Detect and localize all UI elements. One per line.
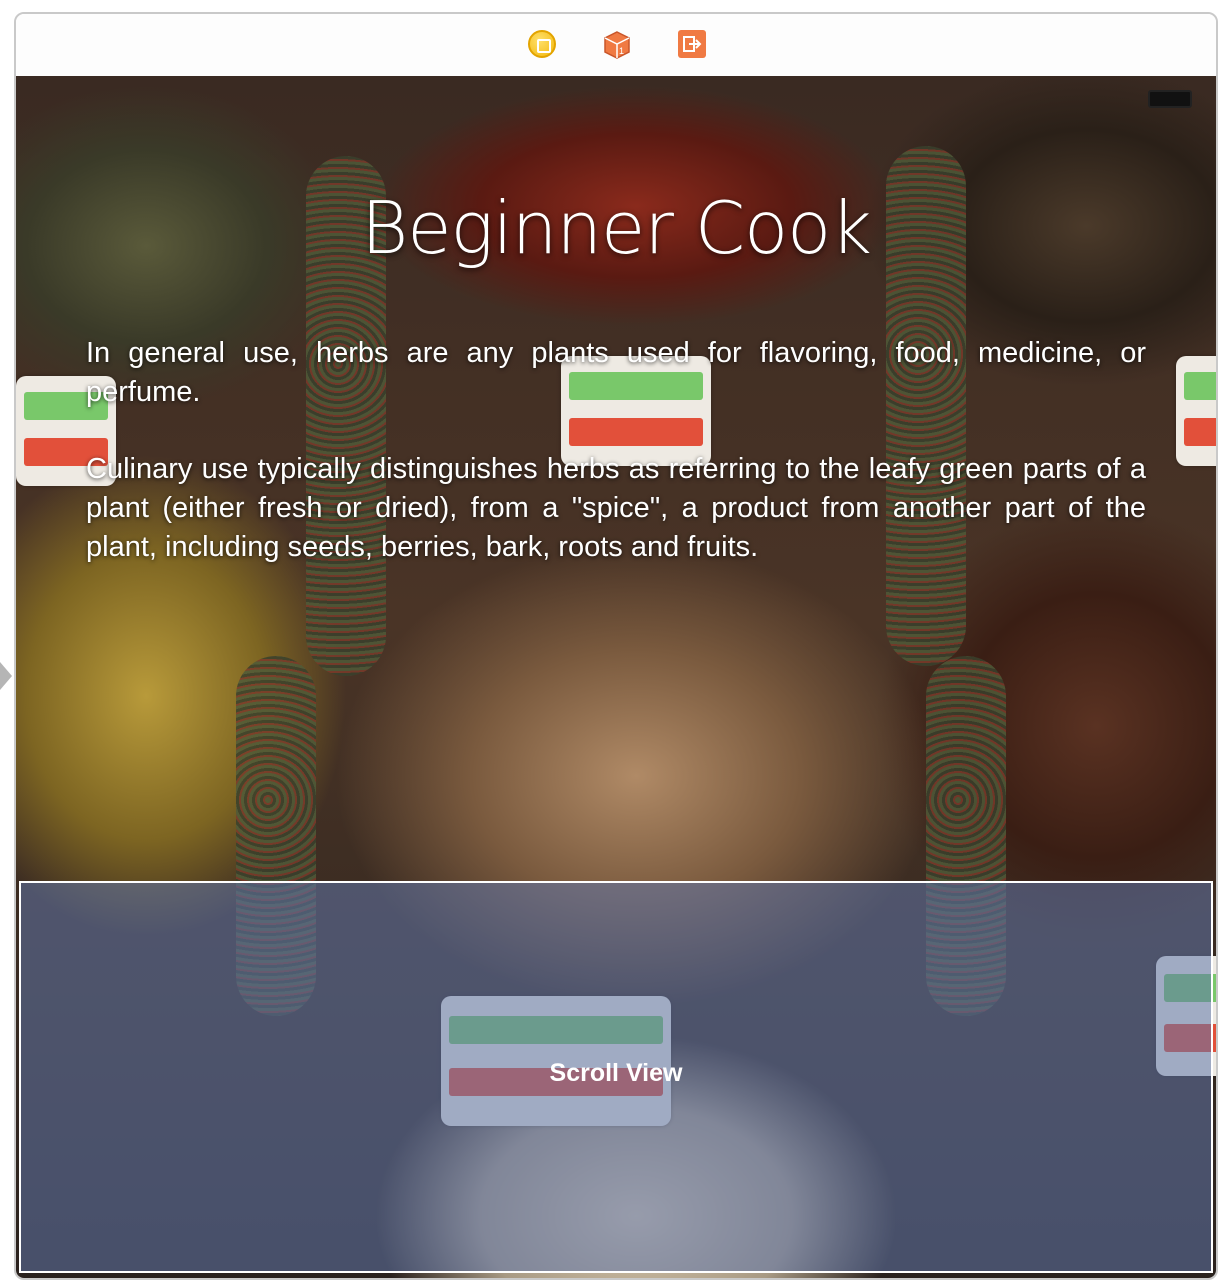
- scene-dock: 1: [16, 14, 1216, 77]
- entry-point-arrow-icon[interactable]: [0, 662, 12, 690]
- view-controller-icon[interactable]: [528, 30, 560, 62]
- paragraph-herbs: In general use, herbs are any plants use…: [86, 337, 1146, 408]
- description-text-view[interactable]: In general use, herbs are any plants use…: [86, 334, 1146, 605]
- scroll-view[interactable]: Scroll View: [19, 881, 1213, 1273]
- exit-icon[interactable]: [678, 30, 710, 62]
- scene-frame[interactable]: 1 Beginner Cook In general use, herbs ar…: [14, 12, 1218, 1280]
- page-title: Beginner Cook: [361, 186, 872, 270]
- first-responder-icon[interactable]: 1: [602, 30, 634, 62]
- spice-label-image: [1176, 356, 1216, 466]
- scroll-view-label: Scroll View: [549, 1059, 683, 1087]
- svg-text:1: 1: [619, 46, 624, 56]
- battery-icon: [1148, 90, 1192, 108]
- paragraph-culinary: Culinary use typically distinguishes her…: [86, 453, 1146, 563]
- view-controller-scene[interactable]: Beginner Cook In general use, herbs are …: [16, 76, 1216, 1278]
